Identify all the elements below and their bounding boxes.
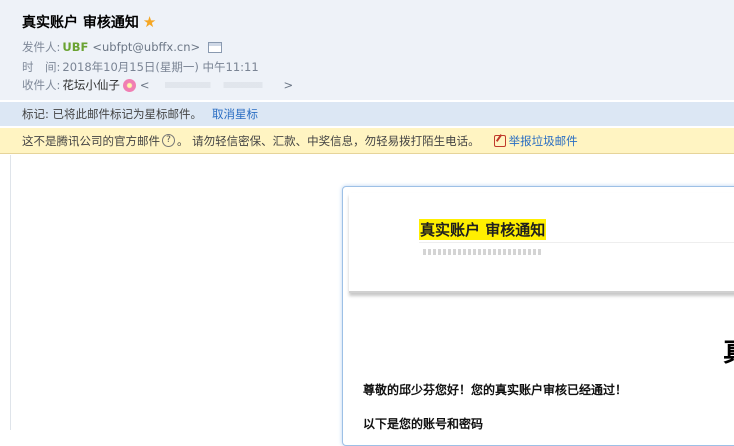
from-label: 发件人: xyxy=(22,40,61,54)
flower-icon xyxy=(122,78,136,92)
banner-divider xyxy=(419,242,734,243)
banner-subtitle-blurred xyxy=(423,249,543,255)
mail-subject: 真实账户 审核通知 ★ xyxy=(22,12,156,32)
flag-status-text: 标记: 已将此邮件标记为星标邮件。 xyxy=(22,107,203,121)
mail-header: 真实账户 审核通知 ★ 发件人: UBF <ubfpt@ubffx.cn> 时 … xyxy=(0,0,734,100)
notice-text-after: 。 请勿轻信密保、汇款、中奖信息，勿轻易拨打陌生电话。 xyxy=(177,133,480,148)
help-icon[interactable]: ? xyxy=(162,134,175,147)
to-label: 收件人: xyxy=(22,78,61,92)
unstar-link[interactable]: 取消星标 xyxy=(212,106,258,122)
mail-greeting: 尊敬的邱少芬您好！您的真实账户审核已经通过！ xyxy=(363,383,628,397)
notice-text-before: 这不是腾讯公司的官方邮件 xyxy=(22,133,160,148)
mail-content-card: 真实账户 审核通知 真 尊敬的邱少芬您好！您的真实账户审核已经通过！ 以下是您的… xyxy=(342,186,734,446)
recipient-name[interactable]: 花坛小仙子 xyxy=(62,77,120,93)
sender-name[interactable]: UBF xyxy=(62,40,88,54)
from-row: 发件人: UBF <ubfpt@ubffx.cn> xyxy=(22,39,223,55)
mail-subject-text: 真实账户 审核通知 xyxy=(22,15,139,31)
mail-heading-char: 真 xyxy=(723,332,734,369)
time-label: 时 间: xyxy=(22,60,61,74)
security-notice-bar: 这不是腾讯公司的官方邮件 ? 。 请勿轻信密保、汇款、中奖信息，勿轻易拨打陌生电… xyxy=(0,128,734,154)
report-icon[interactable] xyxy=(493,134,506,147)
to-row: 收件人: 花坛小仙子 < > xyxy=(22,77,293,93)
recipient-email-close: > xyxy=(283,78,294,92)
recipient-email-redacted xyxy=(151,82,282,88)
recipient-email-open: < xyxy=(139,78,150,92)
mail-banner: 真实账户 审核通知 xyxy=(349,193,734,293)
report-spam-link[interactable]: 举报垃圾邮件 xyxy=(509,133,578,149)
sender-email[interactable]: <ubfpt@ubffx.cn> xyxy=(92,40,200,54)
star-icon[interactable]: ★ xyxy=(143,14,156,30)
contact-card-icon[interactable] xyxy=(208,41,223,53)
flag-bar: 标记: 已将此邮件标记为星标邮件。 取消星标 xyxy=(0,102,734,126)
left-divider xyxy=(10,155,11,430)
time-row: 时 间: 2018年10月15日(星期一) 中午11:11 xyxy=(22,59,259,75)
mail-account-intro: 以下是您的账号和密码 xyxy=(363,417,484,431)
banner-title: 真实账户 审核通知 xyxy=(419,219,547,240)
time-value: 2018年10月15日(星期一) 中午11:11 xyxy=(62,60,259,74)
